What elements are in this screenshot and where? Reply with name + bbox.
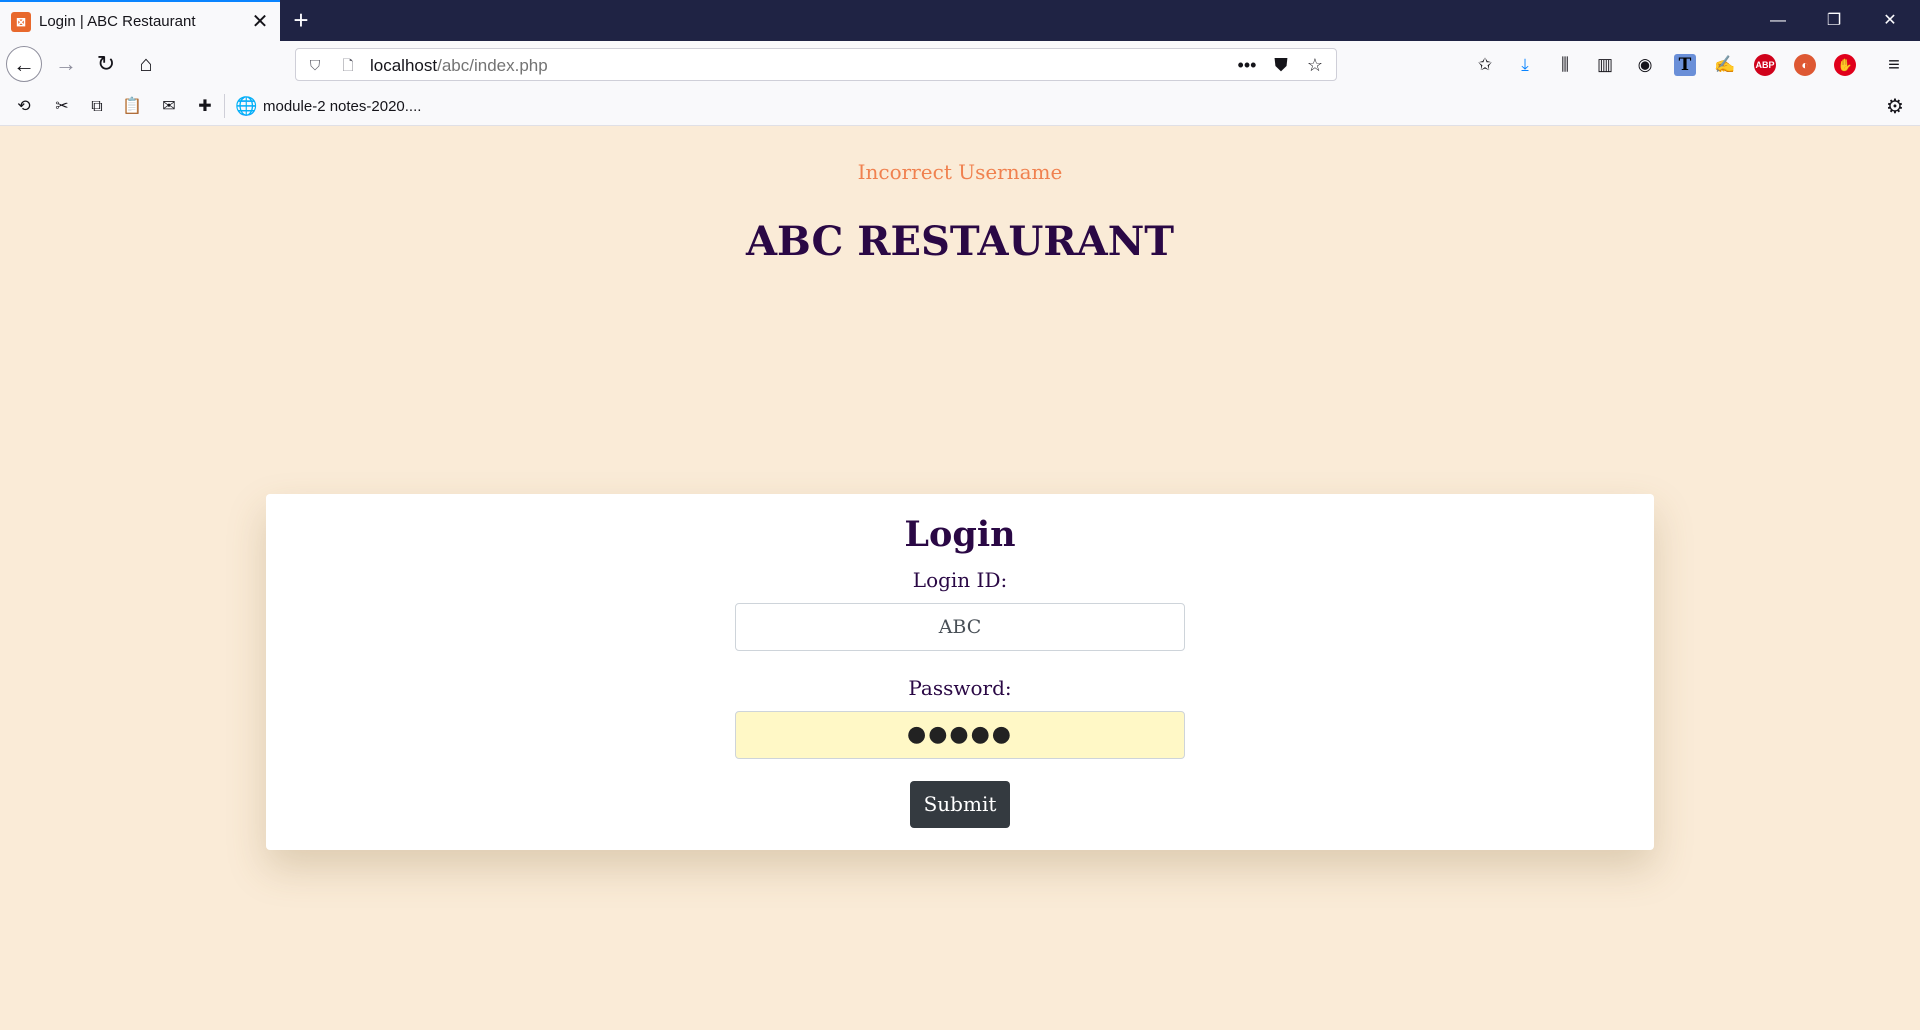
translate-extension-icon[interactable]: T	[1674, 54, 1696, 76]
login-id-input[interactable]: ABC	[735, 603, 1185, 651]
login-id-label: Login ID:	[912, 568, 1008, 592]
url-host: localhost	[370, 56, 438, 75]
adblock-plus-icon[interactable]: ABP	[1754, 54, 1776, 76]
account-icon[interactable]: ◉	[1634, 54, 1656, 76]
url-bar[interactable]: ⛉ 🗋 localhost/abc/index.php ••• ⛊ ☆	[295, 48, 1337, 81]
reload-icon: ↻	[96, 51, 116, 76]
navigation-toolbar: ← → ↻ ⌂ ⛉ 🗋 localhost/abc/index.php ••• …	[0, 41, 1920, 86]
home-button[interactable]: ⌂	[128, 46, 164, 82]
password-label: Password:	[908, 676, 1012, 700]
bookmarks-menu-icon[interactable]: ✩	[1474, 54, 1496, 76]
globe-icon: 🌐	[235, 96, 258, 116]
tab-close-icon[interactable]: ✕	[249, 11, 271, 33]
bookmarks-toolbar: ⟲ ✂ ⧉ 📋 ✉ ✚ 🌐 module-2 notes-2020.... ⚙	[0, 86, 1920, 126]
back-button[interactable]: ←	[6, 46, 42, 82]
url-text[interactable]: localhost/abc/index.php	[370, 56, 548, 76]
history-icon[interactable]: ⟲	[13, 96, 35, 118]
shield-icon[interactable]: ⛉	[305, 55, 325, 75]
extension-hand-icon[interactable]: ✍	[1714, 54, 1736, 76]
new-tab-button[interactable]: +	[287, 6, 315, 34]
ublock-icon[interactable]: ✋	[1834, 54, 1856, 76]
page-info-icon[interactable]: 🗋	[338, 55, 358, 75]
settings-gear-icon[interactable]: ⚙	[1884, 96, 1906, 118]
extensions-icon[interactable]: ✚	[194, 96, 216, 118]
error-message: Incorrect Username	[857, 160, 1063, 184]
submit-button[interactable]: Submit	[910, 781, 1010, 828]
url-path: /abc/index.php	[437, 56, 548, 75]
reload-button[interactable]: ↻	[88, 46, 124, 82]
duckduckgo-icon[interactable]: ◐	[1794, 54, 1816, 76]
library-icon[interactable]: ⫼	[1554, 54, 1576, 76]
clipboard-icon[interactable]: 📋	[121, 96, 143, 118]
arrow-right-icon: →	[55, 51, 77, 76]
pocket-icon[interactable]: ⛊	[1268, 53, 1294, 77]
cut-icon[interactable]: ✂	[51, 96, 73, 118]
login-card: Login Login ID: ABC Password: ●●●●● Subm…	[266, 494, 1654, 850]
browser-tab[interactable]: ⊠ Login | ABC Restaurant ✕	[0, 0, 280, 41]
arrow-left-icon: ←	[13, 52, 35, 77]
forward-button[interactable]: →	[48, 46, 84, 82]
minimize-icon[interactable]: —	[1750, 0, 1806, 41]
browser-title-bar: ⊠ Login | ABC Restaurant ✕ + — ❐ ✕	[0, 0, 1920, 41]
login-heading: Login	[904, 514, 1016, 555]
hamburger-menu-icon[interactable]: ≡	[1883, 54, 1905, 76]
restore-icon[interactable]: ❐	[1806, 0, 1862, 41]
close-icon[interactable]: ✕	[1862, 0, 1918, 41]
password-input[interactable]: ●●●●●	[735, 711, 1185, 759]
copy-icon[interactable]: ⧉	[86, 96, 108, 118]
download-icon[interactable]: ⤓	[1514, 54, 1536, 76]
page-actions-icon[interactable]: •••	[1234, 53, 1260, 77]
sidebar-icon[interactable]: ▥	[1594, 54, 1616, 76]
xampp-icon: ⊠	[11, 12, 31, 32]
toolbar-separator	[224, 94, 225, 118]
site-title: ABC RESTAURANT	[745, 218, 1175, 265]
tab-title: Login | ABC Restaurant	[39, 13, 196, 30]
bookmark-label: module-2 notes-2020....	[263, 98, 422, 115]
home-icon: ⌂	[139, 51, 153, 76]
bookmark-star-icon[interactable]: ☆	[1302, 53, 1328, 77]
page-content: Incorrect Username ABC RESTAURANT Login …	[0, 126, 1920, 1030]
email-icon[interactable]: ✉	[158, 96, 180, 118]
